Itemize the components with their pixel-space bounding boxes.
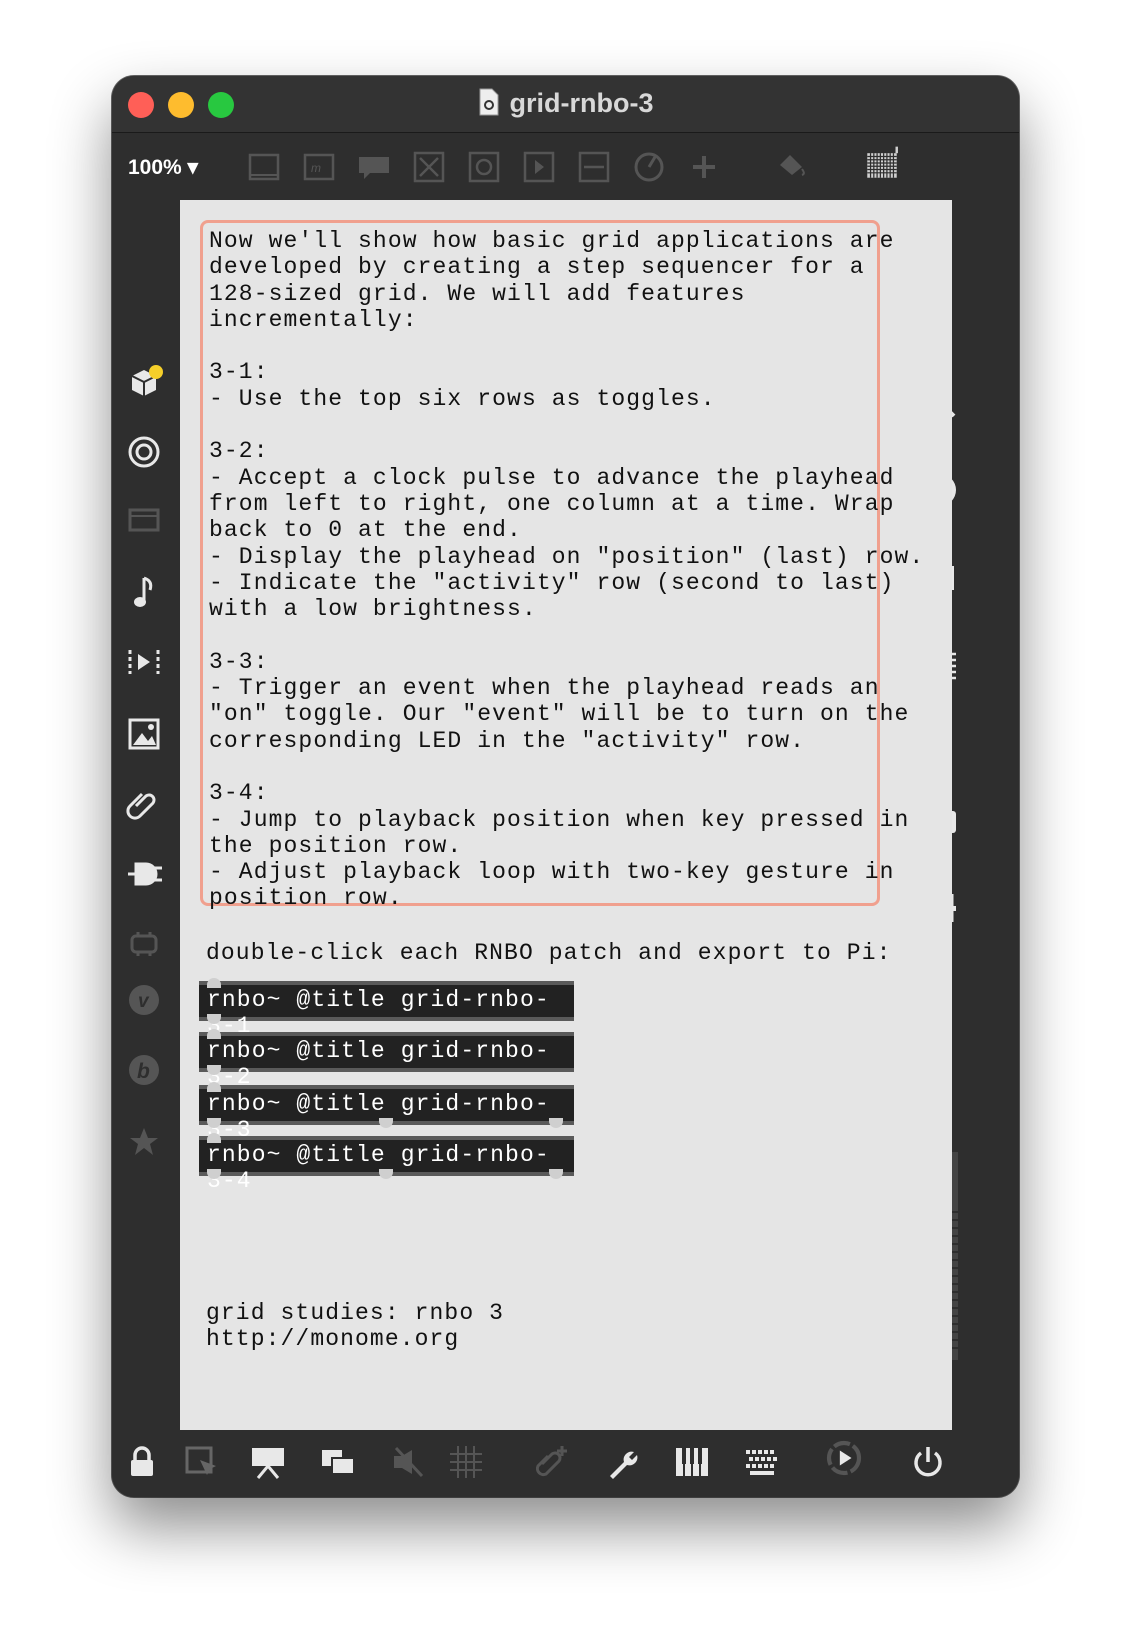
keyboard-icon[interactable] (742, 1442, 782, 1482)
rnbo-object-2-label: rnbo~ @title grid-rnbo-3-2 (207, 1038, 550, 1090)
window-title: grid-rnbo-3 (112, 88, 1019, 123)
footer-comment[interactable]: grid studies: rnbo 3 http://monome.org (206, 1300, 504, 1352)
packages-icon[interactable] (124, 364, 164, 404)
object-box-icon[interactable] (246, 149, 282, 185)
mute-icon[interactable] (388, 1442, 428, 1482)
sequence-icon[interactable] (124, 642, 164, 682)
lock-icon[interactable] (122, 1442, 162, 1482)
rnbo-object-4-label: rnbo~ @title grid-rnbo-3-4 (207, 1142, 550, 1194)
attach-icon[interactable] (532, 1442, 572, 1482)
title-bar: grid-rnbo-3 (112, 76, 1019, 133)
svg-text:v: v (138, 991, 150, 1012)
message-box-icon[interactable]: m (301, 149, 337, 185)
power-icon[interactable] (908, 1442, 948, 1482)
description-comment[interactable]: Now we'll show how basic grid applicatio… (200, 220, 923, 911)
patcher-canvas[interactable]: Now we'll show how basic grid applicatio… (180, 200, 952, 1430)
grid-snap-icon[interactable] (446, 1442, 486, 1482)
select-icon[interactable] (182, 1442, 222, 1482)
target-icon[interactable] (124, 432, 164, 472)
presentation-icon[interactable] (248, 1442, 288, 1482)
plug-icon[interactable] (124, 854, 164, 894)
dial-icon[interactable] (631, 149, 667, 185)
number-icon[interactable] (521, 149, 557, 185)
wrench-icon[interactable] (602, 1442, 642, 1482)
toolbar: 100% ▾ m (112, 133, 1019, 203)
play-dial-icon[interactable] (824, 1438, 872, 1486)
windows-icon[interactable] (318, 1442, 358, 1482)
slider-icon[interactable] (576, 149, 612, 185)
video-icon[interactable] (124, 500, 164, 540)
grid-icon[interactable] (864, 145, 904, 189)
patcher-window: grid-rnbo-3 100% ▾ m v b i (112, 76, 1019, 1497)
star-icon[interactable] (124, 1122, 164, 1162)
zoom-value: 100% (128, 156, 182, 179)
rnbo-object-2[interactable]: rnbo~ @title grid-rnbo-3-2 (199, 1029, 574, 1090)
document-icon (478, 88, 500, 123)
paperclip-icon[interactable] (124, 784, 164, 824)
svg-text:b: b (137, 1060, 150, 1083)
instruction-comment[interactable]: double-click each RNBO patch and export … (206, 940, 892, 966)
bottom-toolbar (112, 1430, 1019, 1497)
paint-bucket-icon[interactable] (774, 149, 810, 185)
button-icon[interactable] (466, 149, 502, 185)
svg-text:m: m (311, 161, 321, 175)
comment-icon[interactable] (356, 149, 392, 185)
toggle-icon[interactable] (411, 149, 447, 185)
rnbo-object-1[interactable]: rnbo~ @title grid-rnbo-3-1 (199, 978, 574, 1039)
zoom-menu[interactable]: 100% ▾ (128, 155, 198, 180)
piano-icon[interactable] (672, 1442, 712, 1482)
footer-line-1: grid studies: rnbo 3 (206, 1300, 505, 1326)
music-note-icon[interactable] (124, 572, 164, 612)
add-icon[interactable] (686, 149, 722, 185)
b-icon[interactable]: b (124, 1050, 164, 1090)
v-icon[interactable]: v (124, 980, 164, 1020)
rnbo-object-3[interactable]: rnbo~ @title grid-rnbo-3-3 (199, 1082, 574, 1143)
rnbo-object-4[interactable]: rnbo~ @title grid-rnbo-3-4 (199, 1133, 574, 1194)
window-title-text: grid-rnbo-3 (509, 88, 654, 118)
footer-line-2: http://monome.org (206, 1326, 460, 1352)
image-icon[interactable] (124, 714, 164, 754)
chip-icon[interactable] (124, 924, 164, 964)
